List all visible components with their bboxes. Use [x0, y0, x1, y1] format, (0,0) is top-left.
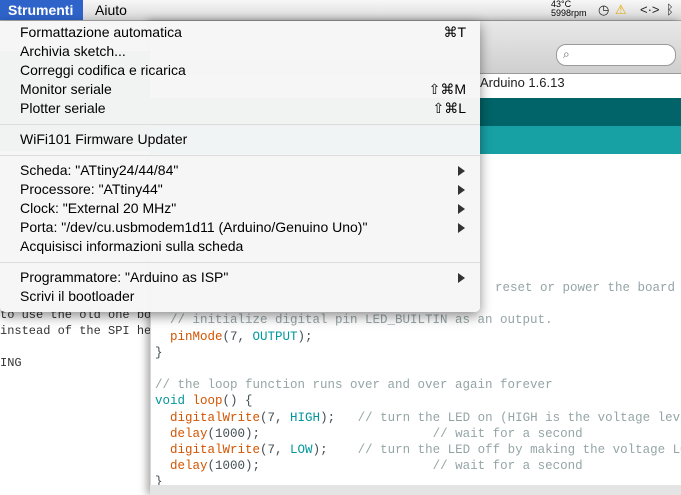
- shortcut-label: ⇧⌘M: [428, 81, 466, 97]
- menu-item-label: Plotter seriale: [20, 100, 106, 116]
- menu-strumenti[interactable]: Strumenti: [0, 0, 84, 20]
- code-arrows-icon[interactable]: <·>: [640, 2, 660, 18]
- submenu-arrow-icon: [458, 223, 465, 233]
- code-token: // wait for a second: [432, 426, 583, 441]
- window-title: Arduino 1.6.13: [480, 75, 565, 90]
- warning-icon[interactable]: ⚠: [615, 2, 627, 18]
- menu-item-label: Monitor seriale: [20, 81, 112, 97]
- code-token: delay: [155, 459, 208, 474]
- menu-item-label: Scrivi il bootloader: [20, 288, 135, 304]
- code-token: (1000);: [207, 426, 433, 441]
- bluetooth-icon[interactable]: ᛒ: [666, 2, 674, 18]
- menu-item-label: Programmatore: "Arduino as ISP": [20, 269, 229, 285]
- code-token: (7,: [260, 443, 291, 458]
- left-code-line: instead of the SPI hea: [0, 324, 159, 338]
- code-token: void: [155, 394, 186, 409]
- submenu-arrow-icon: [458, 166, 465, 176]
- menu-item-processore[interactable]: Processore: "ATtiny44": [0, 180, 480, 199]
- shortcut-label: ⌘T: [443, 24, 466, 40]
- code-token: (7,: [222, 329, 253, 344]
- search-icon: ⌕: [563, 47, 570, 61]
- code-token: // turn the LED on (HIGH is the voltage …: [357, 410, 681, 425]
- code-line: // the loop function runs over and over …: [155, 378, 553, 393]
- left-code-line: ING: [0, 356, 22, 370]
- code-token: HIGH: [290, 410, 321, 425]
- code-token: );: [297, 329, 313, 344]
- menu-item-porta[interactable]: Porta: "/dev/cu.usbmodem1d11 (Arduino/Ge…: [0, 218, 480, 237]
- menu-item-formattazione[interactable]: Formattazione automatica ⌘T: [0, 23, 480, 42]
- menu-item-label: Formattazione automatica: [20, 24, 182, 40]
- submenu-arrow-icon: [458, 185, 465, 195]
- code-token: (1000);: [207, 459, 433, 474]
- code-token: // wait for a second: [432, 459, 583, 474]
- menu-item-wifi101[interactable]: WiFi101 Firmware Updater: [0, 130, 480, 149]
- code-token: loop: [192, 394, 223, 409]
- menu-item-label: Correggi codifica e ricarica: [20, 62, 186, 78]
- menu-aiuto[interactable]: Aiuto: [85, 0, 137, 20]
- code-token: OUTPUT: [252, 329, 298, 344]
- code-token: delay: [155, 426, 208, 441]
- code-token: digitalWrite: [155, 443, 261, 458]
- menu-item-label: Porta: "/dev/cu.usbmodem1d11 (Arduino/Ge…: [20, 219, 368, 235]
- fan-rpm-value: 5998rpm: [551, 8, 587, 18]
- editor-status-strip: [150, 485, 681, 495]
- menu-item-scrivi-bootloader[interactable]: Scrivi il bootloader: [0, 287, 480, 306]
- menu-item-label: WiFi101 Firmware Updater: [20, 131, 188, 147]
- submenu-arrow-icon: [458, 273, 465, 283]
- menu-item-plotter-seriale[interactable]: Plotter seriale ⇧⌘L: [0, 99, 480, 118]
- menu-item-label: Acquisisci informazioni sulla scheda: [20, 238, 244, 254]
- temperature-readout[interactable]: 43°C 5998rpm: [551, 0, 587, 18]
- menu-item-clock[interactable]: Clock: "External 20 MHz": [0, 199, 480, 218]
- menu-item-programmatore[interactable]: Programmatore: "Arduino as ISP": [0, 268, 480, 287]
- code-token: );: [320, 410, 358, 425]
- code-token: // turn the LED off by making the voltag…: [357, 443, 681, 458]
- menubar: Strumenti Aiuto 43°C 5998rpm ◷ ⚠ <·> ᛒ: [0, 0, 681, 21]
- menu-item-correggi[interactable]: Correggi codifica e ricarica: [0, 61, 480, 80]
- clock-icon[interactable]: ◷: [598, 2, 609, 18]
- menu-item-acquisisci[interactable]: Acquisisci informazioni sulla scheda: [0, 237, 480, 256]
- menu-separator: [0, 262, 480, 263]
- strumenti-dropdown: Formattazione automatica ⌘T Archivia sket…: [0, 21, 480, 312]
- submenu-arrow-icon: [458, 204, 465, 214]
- code-line: // initialize digital pin LED_BUILTIN as…: [155, 313, 553, 328]
- menu-item-label: Scheda: "ATtiny24/44/84": [20, 162, 179, 178]
- code-token: (7,: [260, 410, 291, 425]
- code-token: LOW: [290, 443, 313, 458]
- search-input[interactable]: ⌕: [556, 44, 676, 66]
- code-token: );: [312, 443, 358, 458]
- code-token: digitalWrite: [155, 410, 261, 425]
- code-line: }: [155, 345, 163, 360]
- menu-separator: [0, 124, 480, 125]
- code-token: pinMode: [155, 329, 223, 344]
- menu-item-monitor-seriale[interactable]: Monitor seriale ⇧⌘M: [0, 80, 480, 99]
- menu-item-label: Archivia sketch...: [20, 43, 126, 59]
- code-token: () {: [222, 394, 253, 409]
- menu-item-archivia[interactable]: Archivia sketch...: [0, 42, 480, 61]
- menu-item-label: Processore: "ATtiny44": [20, 181, 163, 197]
- menu-separator: [0, 155, 480, 156]
- menu-item-label: Clock: "External 20 MHz": [20, 200, 177, 216]
- menu-item-scheda[interactable]: Scheda: "ATtiny24/44/84": [0, 161, 480, 180]
- shortcut-label: ⇧⌘L: [432, 100, 466, 116]
